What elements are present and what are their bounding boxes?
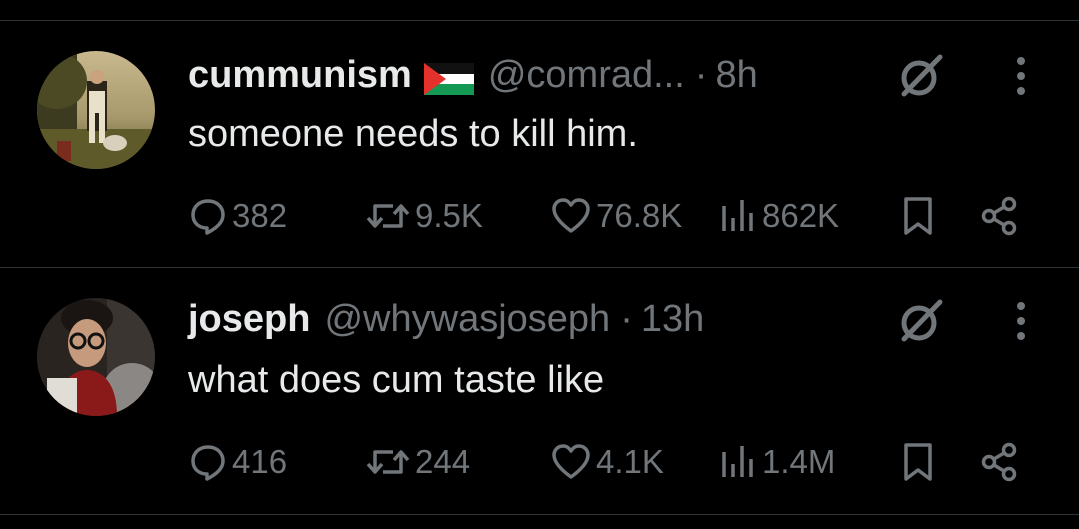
tweet-text: what does cum taste like	[188, 359, 605, 401]
reply-button[interactable]: 382	[188, 192, 287, 240]
bookmark-icon	[904, 443, 932, 481]
tweet-card[interactable]: cummunism @comrad... · 8h someone needs …	[0, 21, 1079, 267]
bookmark-button[interactable]	[901, 438, 935, 486]
more-options-icon[interactable]	[1015, 298, 1027, 344]
tweet-card[interactable]: joseph @whywasjoseph · 13h what does cum…	[0, 268, 1079, 514]
views-button[interactable]: 1.4M	[718, 438, 835, 486]
timestamp[interactable]: 13h	[641, 295, 704, 343]
tweet-actions: 416 244 4.1K 1.4M	[0, 438, 1079, 486]
user-handle[interactable]: @comrad...	[488, 51, 685, 99]
user-handle[interactable]: @whywasjoseph	[324, 295, 610, 343]
grok-icon[interactable]	[898, 53, 944, 99]
display-name[interactable]: cummunism	[188, 51, 412, 99]
repost-icon	[366, 204, 410, 228]
share-button[interactable]	[978, 438, 1020, 486]
repost-button[interactable]: 244	[365, 438, 470, 486]
display-name[interactable]: joseph	[188, 295, 310, 343]
more-options-icon[interactable]	[1015, 53, 1027, 99]
like-button[interactable]: 4.1K	[550, 438, 664, 486]
separator-dot: ·	[620, 298, 633, 340]
share-button[interactable]	[978, 192, 1020, 240]
timestamp[interactable]: 8h	[715, 51, 757, 99]
tweet-header: cummunism @comrad... · 8h	[188, 51, 758, 99]
avatar[interactable]	[37, 51, 155, 169]
repost-button[interactable]: 9.5K	[365, 192, 483, 240]
heart-icon	[552, 198, 590, 233]
view-count: 862K	[762, 197, 840, 234]
reply-icon	[191, 445, 225, 481]
separator-dot: ·	[694, 54, 708, 96]
like-count: 4.1K	[596, 443, 664, 480]
bottom-divider	[0, 514, 1079, 515]
repost-count: 9.5K	[415, 197, 483, 234]
palestine-flag-icon	[423, 59, 474, 95]
reply-icon	[191, 199, 225, 235]
tweet-header: joseph @whywasjoseph · 13h	[188, 295, 704, 343]
share-icon	[981, 196, 1017, 236]
views-icon	[722, 446, 753, 477]
view-count: 1.4M	[762, 443, 836, 480]
bookmark-icon	[904, 197, 932, 235]
tweet-actions: 382 9.5K 76.8K 862K	[0, 192, 1079, 240]
reply-button[interactable]: 416	[188, 438, 287, 486]
tweet-text: someone needs to kill him.	[188, 113, 638, 155]
grok-icon[interactable]	[898, 298, 944, 344]
like-button[interactable]: 76.8K	[550, 192, 682, 240]
views-button[interactable]: 862K	[718, 192, 839, 240]
repost-icon	[366, 450, 410, 474]
heart-icon	[552, 444, 590, 479]
reply-count: 382	[232, 197, 288, 234]
bookmark-button[interactable]	[901, 192, 935, 240]
avatar[interactable]	[37, 298, 155, 416]
views-icon	[722, 200, 753, 231]
repost-count: 244	[415, 443, 471, 480]
like-count: 76.8K	[596, 197, 683, 234]
share-icon	[981, 442, 1017, 482]
reply-count: 416	[232, 443, 288, 480]
